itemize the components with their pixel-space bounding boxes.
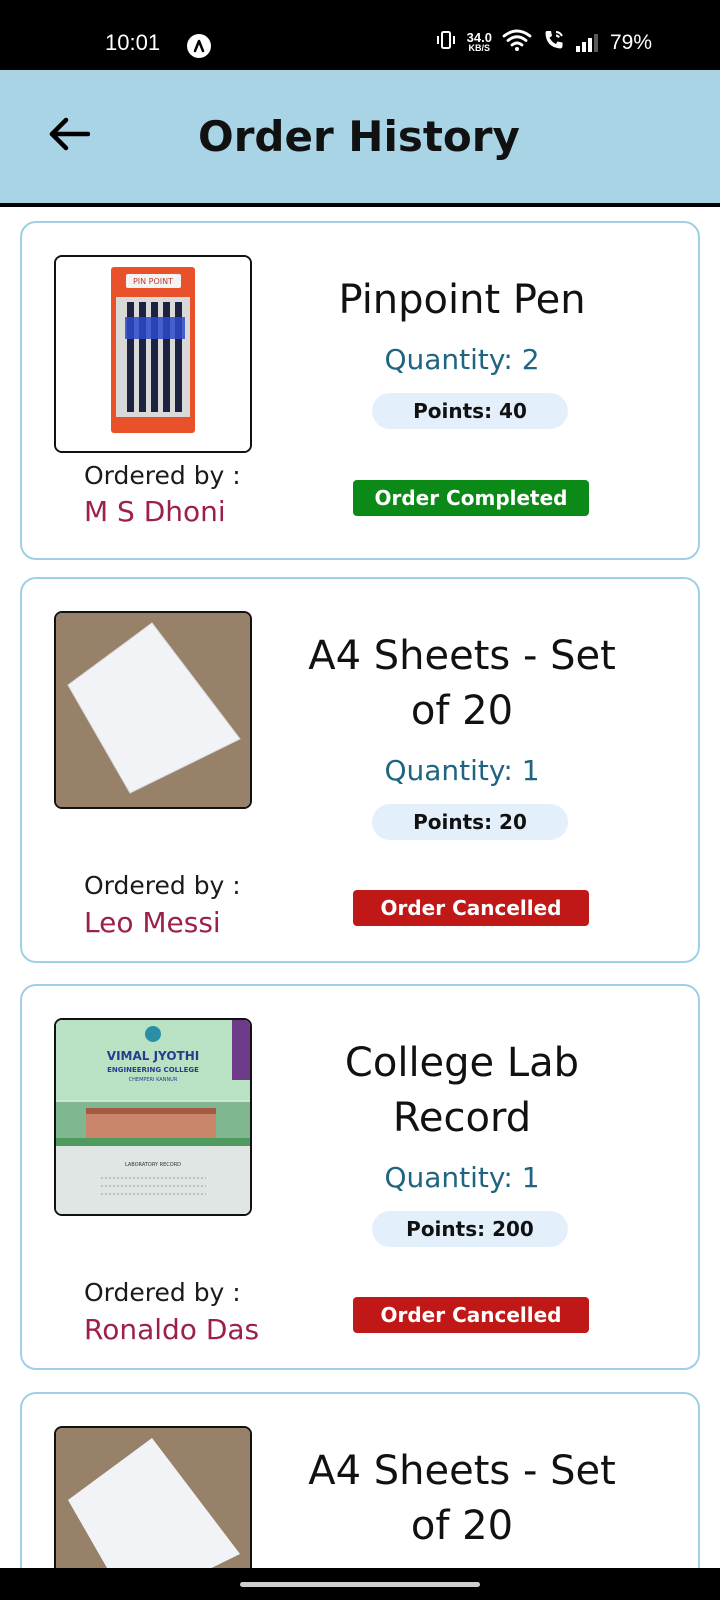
order-card[interactable]: A4 Sheets - Set of 20 Quantity: 1 Points… (20, 577, 700, 963)
back-button[interactable] (42, 110, 94, 162)
status-time: 10:01 (105, 30, 161, 55)
points-badge: Points: 200 (372, 1211, 568, 1247)
network-speed: 34.0 KB/S (466, 29, 492, 54)
ordered-by-name: Leo Messi (84, 906, 221, 939)
network-speed-unit: KB/S (468, 42, 491, 53)
ordered-by-name: Ronaldo Das (84, 1313, 260, 1346)
book-subtitle-text: ENGINEERING COLLEGE (107, 1066, 199, 1074)
quantity: Quantity: 2 (384, 343, 540, 376)
book-place-text: CHEMPERI KANNUR (129, 1077, 178, 1083)
status-badge: Order Cancelled (353, 890, 589, 926)
arrow-left-icon (46, 116, 91, 156)
points-badge: Points: 20 (372, 804, 568, 840)
book-title-text: VIMAL JYOTHI (107, 1049, 199, 1063)
status-bar: 10:01 34.0 KB/S 79% (0, 0, 720, 70)
ordered-by-name: M S Dhoni (84, 495, 226, 528)
order-card[interactable]: PIN POINT Pinpoint Pen Quantity: 2 Point… (20, 221, 700, 560)
pen-brand-text: PIN POINT (133, 277, 173, 286)
order-list[interactable]: PIN POINT Pinpoint Pen Quantity: 2 Point… (0, 207, 720, 1568)
wifi-calling-icon (542, 28, 566, 57)
order-card[interactable]: VIMAL JYOTHI ENGINEERING COLLEGE CHEMPER… (20, 984, 700, 1370)
book-caption-text: LABORATORY RECORD (125, 1162, 181, 1168)
product-name: A4 Sheets - Set of 20 (308, 1448, 616, 1549)
ordered-by-label: Ordered by : (84, 871, 241, 900)
status-indicators: 34.0 KB/S 79% (435, 28, 652, 57)
system-nav-bar (0, 1568, 720, 1600)
points-badge: Points: 40 (372, 393, 568, 429)
product-name: Pinpoint Pen (338, 277, 586, 323)
status-badge: Order Completed (353, 480, 589, 516)
cell-signal-icon (575, 33, 598, 52)
ordered-by-label: Ordered by : (84, 1278, 241, 1307)
product-image (54, 611, 252, 809)
quantity: Quantity: 1 (384, 1161, 540, 1194)
ordered-by-label: Ordered by : (84, 461, 241, 490)
product-image (54, 1426, 252, 1568)
battery-level: 79% (609, 30, 652, 54)
wifi-icon (502, 28, 532, 57)
app-bar: Order History (0, 70, 720, 207)
home-gesture-handle[interactable] (240, 1582, 480, 1587)
order-card[interactable]: A4 Sheets - Set of 20 (20, 1392, 700, 1568)
network-speed-value: 34.0 (466, 29, 492, 45)
app-notification-icon (187, 34, 211, 58)
product-image: PIN POINT (54, 255, 252, 453)
page-title: Order History (198, 112, 520, 161)
quantity: Quantity: 1 (384, 754, 540, 787)
status-badge: Order Cancelled (353, 1297, 589, 1333)
product-image: VIMAL JYOTHI ENGINEERING COLLEGE CHEMPER… (54, 1018, 252, 1216)
product-name: A4 Sheets - Set of 20 (308, 633, 616, 734)
vibrate-icon (435, 29, 457, 56)
product-name: College Lab Record (344, 1040, 580, 1141)
